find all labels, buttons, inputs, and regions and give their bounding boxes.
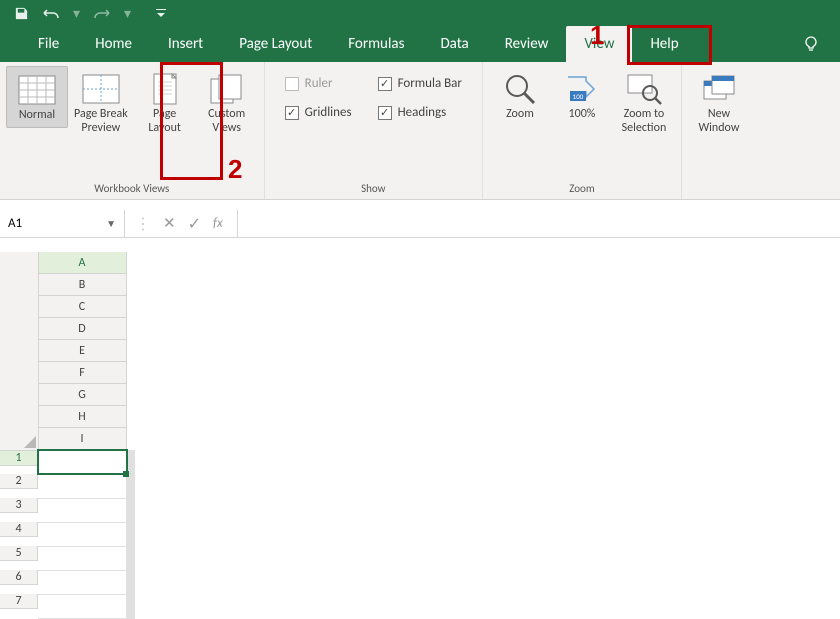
zoom-label: Zoom (506, 108, 534, 122)
col-header[interactable]: A (39, 252, 127, 274)
cancel-icon[interactable]: ✕ (163, 214, 176, 233)
page-break-icon (81, 70, 121, 108)
page-break-label: Page Break Preview (74, 108, 128, 136)
chevron-down-icon[interactable]: ▼ (106, 217, 116, 230)
redo-caret-icon[interactable]: ▾ (118, 5, 137, 22)
ruler-checkbox: Ruler (285, 76, 352, 91)
zoom-selection-icon (624, 70, 664, 108)
fx-icon[interactable]: fx (213, 216, 227, 231)
zoom-100-button[interactable]: 100 100% (551, 66, 613, 126)
tab-insert[interactable]: Insert (150, 26, 221, 62)
ribbon: Normal Page Break Preview Page Layout Cu… (0, 62, 840, 200)
zoom-100-label: 100% (569, 108, 596, 122)
cell[interactable] (38, 522, 127, 546)
select-all-corner[interactable] (0, 252, 38, 450)
normal-button[interactable]: Normal (6, 66, 68, 128)
undo-icon[interactable] (35, 6, 67, 20)
callout-box-page-layout (160, 62, 223, 180)
headings-checkbox[interactable]: ✓Headings (378, 105, 462, 120)
cell[interactable] (38, 474, 127, 498)
cell[interactable] (134, 498, 135, 522)
cell[interactable] (38, 570, 127, 594)
name-box-value: A1 (8, 216, 22, 231)
headings-label: Headings (398, 105, 447, 120)
cell[interactable] (134, 522, 135, 546)
callout-box-view-tab (627, 25, 712, 65)
gridlines-label: Gridlines (305, 105, 352, 120)
cell[interactable] (38, 594, 127, 618)
svg-text:100: 100 (573, 92, 584, 101)
formula-bar-label: Formula Bar (398, 76, 462, 91)
ribbon-tabs: File Home Insert Page Layout Formulas Da… (0, 26, 840, 62)
cell[interactable] (134, 546, 135, 570)
undo-caret-icon[interactable]: ▾ (67, 5, 86, 22)
row-header[interactable]: 1 (0, 451, 38, 466)
group-window: New Window (682, 62, 756, 199)
row-header[interactable]: 6 (0, 570, 38, 585)
tab-file[interactable]: File (20, 26, 77, 62)
tell-me-icon[interactable] (802, 26, 820, 62)
callout-2: 2 (228, 154, 242, 185)
row-header[interactable]: 3 (0, 498, 38, 513)
normal-icon (17, 71, 57, 109)
workbook-views-group-label: Workbook Views (94, 180, 169, 197)
zoom-100-icon: 100 (562, 70, 602, 108)
col-header[interactable]: B (39, 274, 127, 296)
cell[interactable] (134, 450, 135, 474)
normal-label: Normal (19, 109, 55, 123)
col-header[interactable]: H (39, 406, 127, 428)
zoom-selection-button[interactable]: Zoom to Selection (613, 66, 675, 140)
title-bar: ▾ ▾ (0, 0, 840, 26)
zoom-icon (500, 70, 540, 108)
show-group-label: Show (361, 180, 385, 197)
save-icon[interactable] (8, 6, 35, 21)
cell[interactable] (38, 546, 127, 570)
tab-page-layout[interactable]: Page Layout (221, 26, 330, 62)
col-header[interactable]: C (39, 296, 127, 318)
col-header[interactable]: F (39, 362, 127, 384)
cell[interactable] (134, 474, 135, 498)
tab-review[interactable]: Review (487, 26, 567, 62)
name-box[interactable]: A1 ▼ (0, 210, 125, 237)
row-header[interactable]: 4 (0, 522, 38, 537)
gridlines-checkbox[interactable]: ✓Gridlines (285, 105, 352, 120)
ruler-label: Ruler (305, 76, 333, 91)
col-header[interactable]: D (39, 318, 127, 340)
new-window-button[interactable]: New Window (688, 66, 750, 140)
formula-bar-checkbox[interactable]: ✓Formula Bar (378, 76, 462, 91)
zoom-selection-label: Zoom to Selection (622, 108, 667, 136)
fx-separator-icon: ⋮ (135, 214, 151, 234)
formula-bar: A1 ▼ ⋮ ✕ ✓ fx (0, 210, 840, 238)
cell[interactable] (38, 450, 127, 474)
formula-input[interactable] (238, 210, 840, 237)
tab-data[interactable]: Data (422, 26, 486, 62)
group-zoom: Zoom 100 100% Zoom to Selection Zoom (483, 62, 682, 199)
new-window-icon (699, 70, 739, 108)
zoom-group-label: Zoom (569, 180, 594, 197)
cell[interactable] (134, 594, 135, 618)
tab-home[interactable]: Home (77, 26, 150, 62)
col-header[interactable]: G (39, 384, 127, 406)
enter-icon[interactable]: ✓ (188, 214, 201, 234)
col-header[interactable]: E (39, 340, 127, 362)
cell[interactable] (134, 570, 135, 594)
spreadsheet-grid[interactable]: A B C D E F G H I 1 2 3 4 5 6 7 (0, 252, 135, 619)
new-window-label: New Window (699, 108, 740, 136)
zoom-button[interactable]: Zoom (489, 66, 551, 126)
cell[interactable] (38, 498, 127, 522)
tab-formulas[interactable]: Formulas (330, 26, 422, 62)
qat-customize-icon[interactable] (149, 7, 173, 19)
group-workbook-views: Normal Page Break Preview Page Layout Cu… (0, 62, 265, 199)
row-header[interactable]: 7 (0, 594, 38, 609)
row-header[interactable]: 5 (0, 546, 38, 561)
group-show: Ruler ✓Gridlines ✓Formula Bar ✓Headings … (265, 62, 483, 199)
row-header[interactable]: 2 (0, 474, 38, 489)
page-break-preview-button[interactable]: Page Break Preview (68, 66, 134, 140)
col-header[interactable]: I (39, 428, 127, 450)
callout-1: 1 (590, 20, 604, 51)
redo-icon[interactable] (86, 6, 118, 20)
